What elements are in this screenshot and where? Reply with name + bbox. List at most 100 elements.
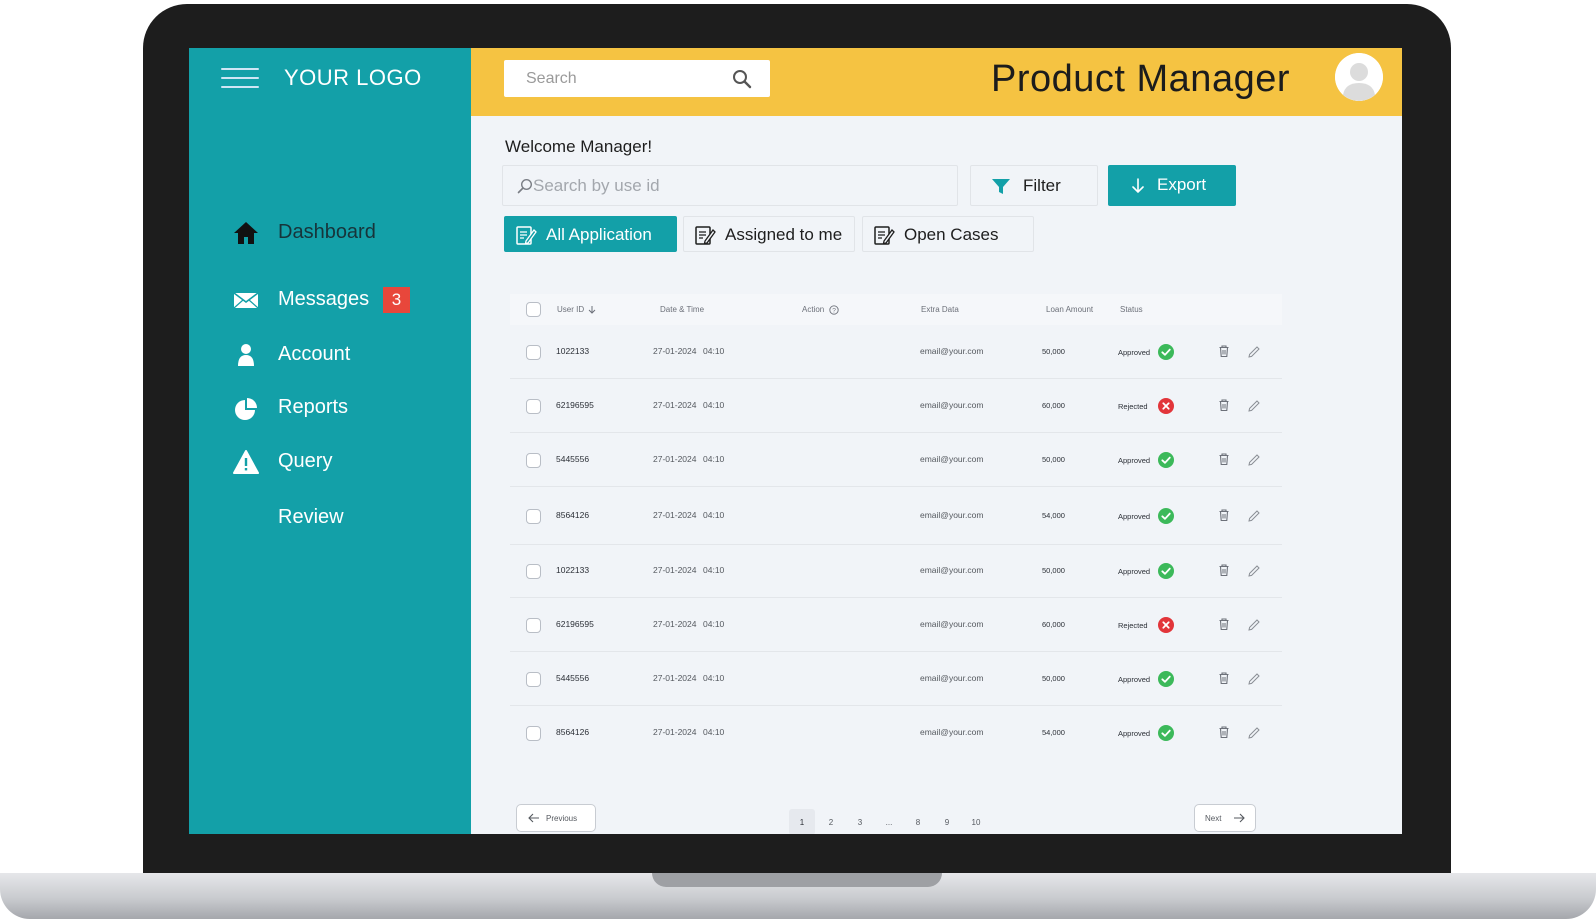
tab-all-application[interactable]: All Application	[504, 216, 677, 252]
table-row[interactable]: 5445556 27-01-2024 04:10 email@your.com 50,0…	[510, 652, 1282, 705]
previous-page-button[interactable]: Previous	[516, 804, 596, 832]
cell-time: 04:10	[703, 619, 725, 629]
user-id-search-input[interactable]	[533, 166, 943, 205]
document-edit-icon	[695, 226, 716, 245]
cell-loan-amount: 50,000	[1042, 347, 1065, 356]
table-row[interactable]: 62196595 27-01-2024 04:10 email@your.com 60,…	[510, 379, 1282, 432]
cell-status-label: Approved	[1118, 729, 1151, 738]
column-header-status: Status	[1120, 305, 1143, 314]
trash-icon[interactable]	[1217, 344, 1231, 358]
sidebar-item-label: Review	[278, 506, 344, 528]
trash-icon[interactable]	[1217, 452, 1231, 466]
trash-icon[interactable]	[1217, 508, 1231, 522]
page-number[interactable]: 2	[818, 809, 844, 834]
column-header-action: Action ?	[802, 305, 840, 315]
tab-label: All Application	[546, 225, 652, 244]
row-checkbox[interactable]	[526, 509, 541, 524]
top-header: Product Manager	[471, 48, 1402, 116]
cell-loan-amount: 50,000	[1042, 455, 1065, 464]
table-row[interactable]: 8564126 27-01-2024 04:10 email@your.com 54,0…	[510, 706, 1282, 759]
app-screen: YOUR LOGO Dashboard Messages 3 Account R…	[189, 48, 1402, 834]
select-all-checkbox[interactable]	[526, 302, 541, 317]
tab-assigned-to-me[interactable]: Assigned to me	[683, 216, 855, 252]
sidebar-item-dashboard[interactable]: Dashboard	[189, 213, 471, 253]
next-page-button[interactable]: Next	[1194, 804, 1256, 832]
cell-date: 27-01-2024	[653, 565, 697, 575]
table-row[interactable]: 62196595 27-01-2024 04:10 email@your.com 60,…	[510, 598, 1282, 651]
column-header-user-id[interactable]: User ID	[557, 305, 596, 315]
table-row[interactable]: 1022133 27-01-2024 04:10 email@your.com 50,0…	[510, 325, 1282, 378]
page-number[interactable]: 10	[963, 809, 989, 834]
cell-status-label: Approved	[1118, 512, 1151, 521]
sidebar-item-account[interactable]: Account	[189, 335, 471, 375]
page-number[interactable]: 8	[905, 809, 931, 834]
cell-extra-data: email@your.com	[920, 454, 984, 464]
row-checkbox[interactable]	[526, 726, 541, 741]
edit-pencil-icon[interactable]	[1247, 672, 1261, 686]
global-search-input[interactable]	[504, 60, 724, 97]
sidebar-item-reports[interactable]: Reports	[189, 388, 471, 428]
row-checkbox[interactable]	[526, 564, 541, 579]
help-circle-icon[interactable]: ?	[829, 305, 840, 315]
edit-pencil-icon[interactable]	[1247, 509, 1261, 523]
sidebar-item-query[interactable]: Query	[189, 442, 471, 482]
document-edit-icon	[874, 226, 895, 245]
sidebar-item-label: Messages	[278, 288, 370, 310]
table-row[interactable]: 1022133 27-01-2024 04:10 email@your.com 50,0…	[510, 545, 1282, 597]
table-row[interactable]: 8564126 27-01-2024 04:10 email@your.com 54,0…	[510, 487, 1282, 544]
avatar[interactable]	[1335, 53, 1383, 101]
table-row[interactable]: 5445556 27-01-2024 04:10 email@your.com 50,0…	[510, 433, 1282, 486]
laptop-notch	[652, 873, 942, 887]
messages-count-badge: 3	[383, 287, 410, 313]
row-checkbox[interactable]	[526, 618, 541, 633]
tab-label: Assigned to me	[725, 225, 843, 244]
row-checkbox[interactable]	[526, 345, 541, 360]
user-avatar-icon	[1335, 53, 1383, 101]
trash-icon[interactable]	[1217, 617, 1231, 631]
cell-extra-data: email@your.com	[920, 565, 984, 575]
trash-icon[interactable]	[1217, 725, 1231, 739]
next-label: Next	[1205, 814, 1222, 823]
tab-open-cases[interactable]: Open Cases	[862, 216, 1034, 252]
column-header-date-time: Date & Time	[660, 305, 705, 314]
search-icon[interactable]	[732, 69, 752, 89]
edit-pencil-icon[interactable]	[1247, 726, 1261, 740]
edit-pencil-icon[interactable]	[1247, 345, 1261, 359]
sidebar-item-label: Dashboard	[278, 221, 376, 243]
trash-icon[interactable]	[1217, 398, 1231, 412]
cell-extra-data: email@your.com	[920, 619, 984, 629]
cell-loan-amount: 50,000	[1042, 674, 1065, 683]
page-number[interactable]: 9	[934, 809, 960, 834]
envelope-icon	[233, 292, 259, 309]
filter-button[interactable]: Filter	[970, 165, 1098, 206]
welcome-message: Welcome Manager!	[505, 137, 653, 156]
row-checkbox[interactable]	[526, 399, 541, 414]
trash-icon[interactable]	[1217, 563, 1231, 577]
edit-pencil-icon[interactable]	[1247, 618, 1261, 632]
page-number[interactable]: 1	[789, 809, 815, 834]
cell-user-id: 62196595	[556, 619, 594, 629]
hamburger-menu-icon[interactable]	[221, 68, 259, 90]
row-checkbox[interactable]	[526, 672, 541, 687]
filter-label: Filter	[1023, 176, 1061, 195]
cell-status-label: Approved	[1118, 567, 1151, 576]
sidebar-item-label: Account	[278, 343, 351, 365]
edit-pencil-icon[interactable]	[1247, 399, 1261, 413]
edit-pencil-icon[interactable]	[1247, 564, 1261, 578]
arrow-right-icon	[1234, 813, 1245, 823]
sidebar-item-messages[interactable]: Messages 3	[189, 280, 471, 320]
arrow-down-icon	[1132, 178, 1144, 194]
cell-time: 04:10	[703, 727, 725, 737]
row-checkbox[interactable]	[526, 453, 541, 468]
cell-time: 04:10	[703, 510, 725, 520]
check-circle-icon	[1158, 452, 1174, 468]
sidebar-item-review[interactable]: Review	[189, 498, 471, 538]
export-button[interactable]: Export	[1108, 165, 1236, 206]
page-number[interactable]: 3	[847, 809, 873, 834]
edit-pencil-icon[interactable]	[1247, 453, 1261, 467]
trash-icon[interactable]	[1217, 671, 1231, 685]
cell-status-label: Approved	[1118, 675, 1151, 684]
sidebar-item-label: Query	[278, 450, 333, 472]
cell-status-label: Approved	[1118, 456, 1151, 465]
cell-date: 27-01-2024	[653, 673, 697, 683]
